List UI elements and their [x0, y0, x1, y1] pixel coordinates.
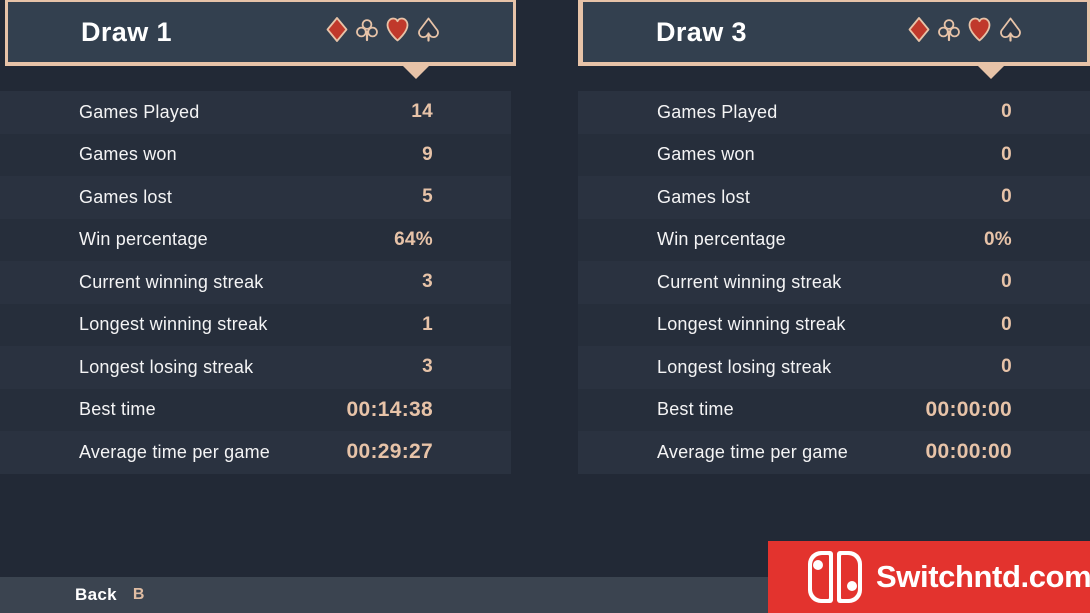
- stat-value: 0: [1001, 356, 1012, 378]
- stat-value: 3: [422, 356, 433, 378]
- stat-value: 14: [411, 101, 433, 123]
- stats-list-draw-3: Games Played 0 Games won 0 Games lost 0 …: [578, 91, 1090, 474]
- stat-value: 0: [1001, 271, 1012, 293]
- back-button[interactable]: Back: [75, 585, 117, 605]
- stat-label: Best time: [657, 399, 734, 420]
- panel-title: Draw 1: [81, 16, 172, 47]
- stat-label: Games won: [79, 144, 177, 165]
- table-row: Longest losing streak 0: [578, 346, 1090, 389]
- table-row: Average time per game 00:00:00: [578, 431, 1090, 474]
- stat-label: Average time per game: [657, 441, 848, 462]
- diamond-icon: [326, 17, 348, 48]
- spade-icon: [999, 17, 1022, 48]
- table-row: Games lost 0: [578, 176, 1090, 219]
- stat-label: Games lost: [79, 186, 173, 207]
- table-row: Best time 00:00:00: [578, 388, 1090, 431]
- stats-list-draw-1: Games Played 14 Games won 9 Games lost 5…: [0, 91, 511, 474]
- stat-label: Current winning streak: [79, 271, 264, 292]
- table-row: Games won 0: [578, 133, 1090, 176]
- watermark-text: Switchntd.com: [876, 559, 1090, 594]
- stat-label: Games won: [657, 144, 755, 165]
- table-row: Current winning streak 3: [0, 261, 511, 304]
- panel-header-draw-3: Draw 3: [578, 0, 1090, 66]
- stat-label: Longest winning streak: [79, 314, 268, 335]
- suit-icons-group: [908, 17, 1022, 48]
- stat-label: Longest winning streak: [657, 314, 846, 335]
- panel-title: Draw 3: [656, 16, 747, 47]
- stat-label: Average time per game: [79, 441, 270, 462]
- table-row: Longest losing streak 3: [0, 346, 511, 389]
- header-pointer: [403, 66, 429, 79]
- table-row: Win percentage 64%: [0, 218, 511, 261]
- joycon-left-icon: [808, 551, 833, 603]
- table-row: Games lost 5: [0, 176, 511, 219]
- header-pointer: [978, 66, 1004, 79]
- joycon-right-icon: [837, 551, 862, 603]
- stat-value: 0: [1001, 313, 1012, 335]
- club-icon: [356, 17, 378, 48]
- stat-value: 0: [1001, 143, 1012, 165]
- table-row: Games Played 0: [578, 91, 1090, 134]
- stat-label: Longest losing streak: [657, 356, 832, 377]
- stat-label: Win percentage: [657, 229, 786, 250]
- table-row: Current winning streak 0: [578, 261, 1090, 304]
- stat-value: 0: [1001, 101, 1012, 123]
- heart-icon: [386, 17, 409, 48]
- stat-value: 5: [422, 186, 433, 208]
- stat-value: 00:00:00: [925, 397, 1012, 421]
- stat-value: 3: [422, 271, 433, 293]
- heart-icon: [968, 17, 991, 48]
- suit-icons-group: [326, 17, 440, 48]
- table-row: Win percentage 0%: [578, 218, 1090, 261]
- table-row: Longest winning streak 1: [0, 303, 511, 346]
- stat-value: 64%: [394, 228, 433, 250]
- stat-value: 00:14:38: [346, 397, 433, 421]
- nintendo-switch-logo-icon: [808, 551, 862, 603]
- diamond-icon: [908, 17, 930, 48]
- spade-icon: [417, 17, 440, 48]
- stat-value: 9: [422, 143, 433, 165]
- stat-label: Best time: [79, 399, 156, 420]
- stat-label: Win percentage: [79, 229, 208, 250]
- stat-label: Current winning streak: [657, 271, 842, 292]
- table-row: Games Played 14: [0, 91, 511, 134]
- table-row: Best time 00:14:38: [0, 388, 511, 431]
- stat-value: 0%: [983, 228, 1012, 250]
- table-row: Games won 9: [0, 133, 511, 176]
- stat-label: Games Played: [79, 101, 200, 122]
- stat-label: Games lost: [657, 186, 751, 207]
- watermark: Switchntd.com: [768, 541, 1090, 613]
- stat-value: 00:29:27: [346, 440, 433, 464]
- back-button-key-hint: B: [132, 586, 145, 603]
- stat-value: 1: [422, 313, 433, 335]
- club-icon: [938, 17, 960, 48]
- stats-screen: Draw 1 Games Played 14 Games won 9 Games…: [0, 0, 1090, 613]
- stat-label: Games Played: [657, 101, 778, 122]
- table-row: Longest winning streak 0: [578, 303, 1090, 346]
- stat-label: Longest losing streak: [79, 356, 254, 377]
- stats-panel-draw-1: Draw 1 Games Played 14 Games won 9 Games…: [0, 0, 516, 474]
- stats-panel-draw-3: Draw 3 Games Played 0 Games won 0 Games …: [578, 0, 1090, 474]
- panel-header-draw-1: Draw 1: [5, 0, 516, 66]
- stat-value: 0: [1001, 186, 1012, 208]
- table-row: Average time per game 00:29:27: [0, 431, 511, 474]
- stat-value: 00:00:00: [925, 440, 1012, 464]
